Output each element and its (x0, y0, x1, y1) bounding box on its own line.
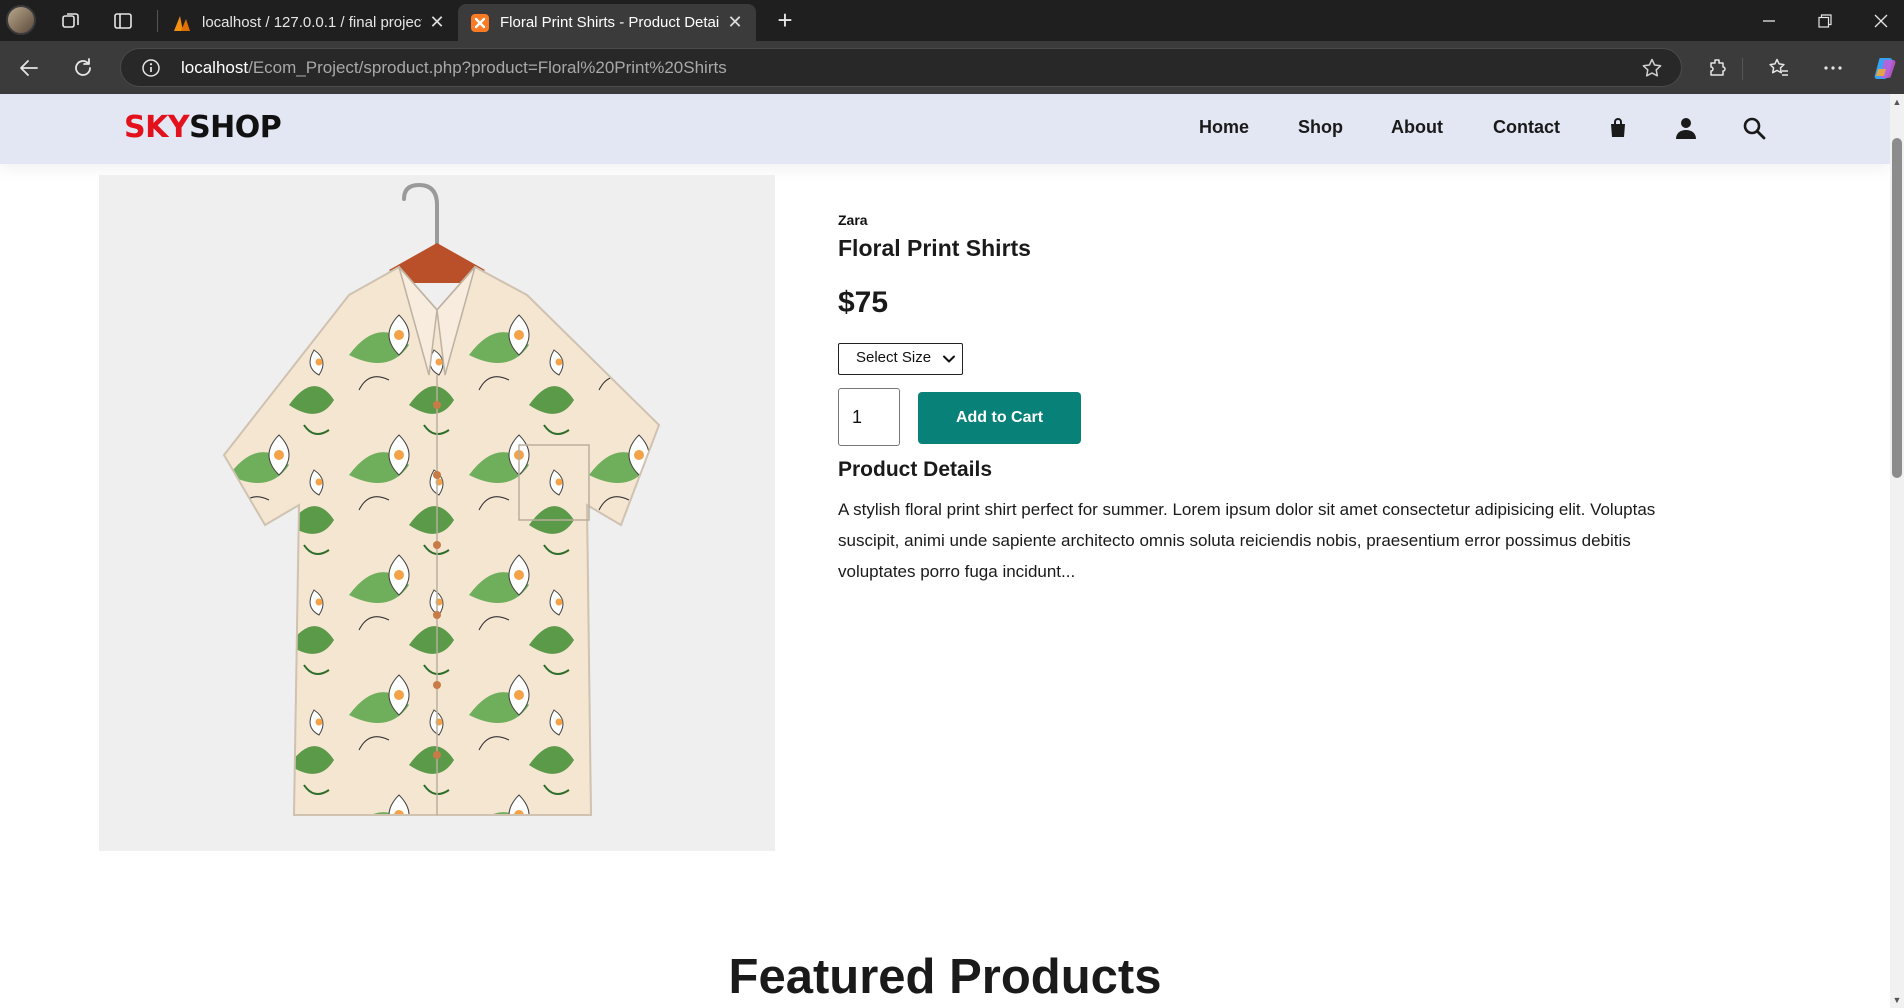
close-tab-icon[interactable]: ✕ (428, 12, 446, 33)
product-details-heading: Product Details (838, 458, 993, 481)
nav-shop-link[interactable]: Shop (1298, 117, 1343, 138)
favorite-star-icon[interactable] (1641, 57, 1663, 79)
minimize-icon[interactable] (1741, 0, 1797, 41)
site-header: SKYSHOP Home Shop About Contact (0, 94, 1890, 164)
size-select-value: Select Size (856, 349, 932, 366)
nav-contact-link[interactable]: Contact (1493, 117, 1560, 138)
site-info-icon[interactable] (141, 58, 161, 78)
nav-home-link[interactable]: Home (1199, 117, 1249, 138)
close-window-icon[interactable] (1853, 0, 1904, 41)
phpmyadmin-favicon-icon (172, 13, 192, 33)
user-icon[interactable] (1674, 116, 1698, 140)
favorites-icon[interactable] (1764, 53, 1794, 83)
close-tab-icon[interactable]: ✕ (726, 12, 744, 33)
product-image (99, 175, 775, 851)
new-tab-button[interactable]: + (770, 6, 800, 36)
product-price: $75 (838, 286, 889, 319)
quantity-input[interactable]: 1 (838, 388, 900, 446)
restore-icon[interactable] (1797, 0, 1853, 41)
webpage: SKYSHOP Home Shop About Contact Zara Flo… (0, 94, 1904, 1008)
url-text: localhost/Ecom_Project/sproduct.php?prod… (181, 58, 727, 78)
scroll-up-arrow-icon[interactable]: ▲ (1892, 97, 1902, 107)
xampp-favicon-icon (470, 13, 490, 33)
page-scrollbar[interactable]: ▲ ▼ (1890, 94, 1904, 1008)
address-bar[interactable]: localhost/Ecom_Project/sproduct.php?prod… (120, 48, 1682, 87)
workspaces-icon[interactable] (57, 8, 85, 34)
tab-title: localhost / 127.0.0.1 / final project (202, 14, 422, 31)
scrollbar-thumb[interactable] (1892, 138, 1902, 478)
toolbar-separator (1742, 58, 1743, 80)
skyshop-logo[interactable]: SKYSHOP (124, 110, 282, 145)
size-select[interactable]: Select Size (838, 343, 963, 375)
chevron-down-icon (942, 352, 956, 366)
refresh-icon[interactable] (66, 51, 100, 85)
product-brand: Zara (838, 212, 868, 228)
url-path: /Ecom_Project/sproduct.php?product=Flora… (248, 58, 727, 77)
add-to-cart-button[interactable]: Add to Cart (918, 392, 1081, 444)
search-icon[interactable] (1742, 116, 1766, 140)
browser-toolbar: localhost/Ecom_Project/sproduct.php?prod… (0, 41, 1904, 94)
logo-sky: SKY (124, 110, 190, 145)
tab-product-details[interactable]: Floral Print Shirts - Product Details ✕ (458, 4, 756, 41)
nav-about-link[interactable]: About (1391, 117, 1443, 138)
shopping-bag-icon[interactable] (1606, 116, 1630, 140)
browser-tab-bar: localhost / 127.0.0.1 / final project ✕ … (0, 0, 1904, 41)
more-options-icon[interactable] (1818, 53, 1848, 83)
back-arrow-icon[interactable] (12, 51, 46, 85)
profile-avatar[interactable] (6, 5, 36, 35)
vertical-tabs-icon[interactable] (109, 8, 137, 34)
url-host: localhost (181, 58, 249, 77)
tab-separator (157, 10, 158, 32)
copilot-icon[interactable] (1870, 53, 1900, 83)
tab-phpmyadmin[interactable]: localhost / 127.0.0.1 / final project ✕ (160, 4, 458, 41)
scroll-down-arrow-icon[interactable]: ▼ (1892, 995, 1902, 1005)
featured-products-heading: Featured Products (728, 950, 1162, 1004)
tab-title: Floral Print Shirts - Product Details (500, 14, 720, 31)
logo-shop: SHOP (189, 110, 282, 145)
extensions-icon[interactable] (1703, 53, 1733, 83)
product-name: Floral Print Shirts (838, 235, 1031, 261)
product-description: A stylish floral print shirt perfect for… (838, 500, 1656, 581)
